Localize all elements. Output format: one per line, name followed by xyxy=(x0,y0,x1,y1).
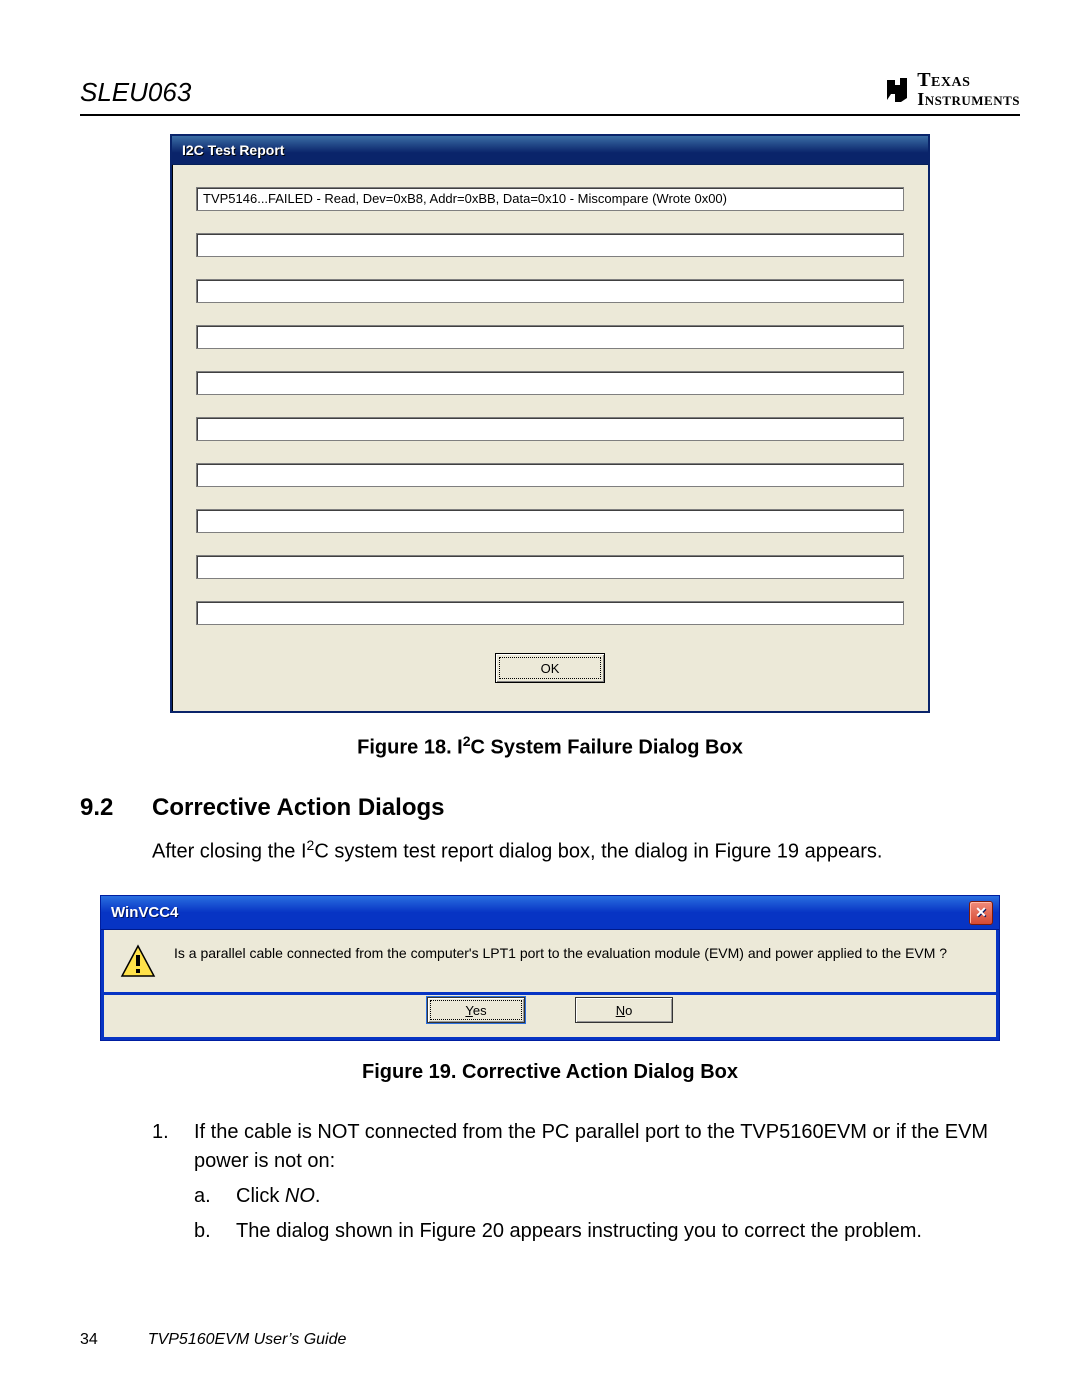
dialog2-message: Is a parallel cable connected from the c… xyxy=(174,944,980,963)
no-button[interactable]: No xyxy=(575,997,673,1023)
report-row xyxy=(196,463,904,487)
page-footer: 34 TVP5160EVM User’s Guide xyxy=(80,1331,346,1349)
ok-button[interactable]: OK xyxy=(495,653,605,683)
section-title: Corrective Action Dialogs xyxy=(152,794,445,822)
section-number: 9.2 xyxy=(80,794,128,822)
ti-chip-icon xyxy=(883,74,911,104)
list-subitem: a. Click NO. xyxy=(194,1182,1020,1211)
close-button[interactable]: ✕ xyxy=(969,901,993,925)
winvcc4-dialog: WinVCC4 ✕ Is a parallel cable connected … xyxy=(100,895,1000,1041)
section-heading: 9.2 Corrective Action Dialogs xyxy=(80,794,1020,822)
report-row xyxy=(196,601,904,625)
figure-18-caption: Figure 18. I2C System Failure Dialog Box xyxy=(80,733,1020,760)
close-icon: ✕ xyxy=(975,904,987,921)
figure-19-caption: Figure 19. Corrective Action Dialog Box xyxy=(80,1061,1020,1084)
i2c-test-report-dialog: I2C Test Report TVP5146...FAILED - Read,… xyxy=(170,134,930,713)
doc-id: SLEU063 xyxy=(80,77,191,108)
report-row xyxy=(196,371,904,395)
report-row xyxy=(196,417,904,441)
warning-icon xyxy=(120,944,156,978)
page-number: 34 xyxy=(80,1331,98,1349)
logo-text-bottom: Instruments xyxy=(917,90,1020,108)
report-row xyxy=(196,509,904,533)
report-row xyxy=(196,325,904,349)
report-row: TVP5146...FAILED - Read, Dev=0xB8, Addr=… xyxy=(196,187,904,211)
list-subitem: b. The dialog shown in Figure 20 appears… xyxy=(194,1217,1020,1246)
page-header: SLEU063 Texas Instruments xyxy=(80,70,1020,116)
paragraph: After closing the I2C system test report… xyxy=(152,836,1020,866)
report-row xyxy=(196,233,904,257)
yes-button[interactable]: Yes xyxy=(427,997,525,1023)
report-row xyxy=(196,555,904,579)
logo-text-top: Texas xyxy=(917,70,970,90)
guide-title: TVP5160EVM User’s Guide xyxy=(148,1331,347,1349)
dialog2-title: WinVCC4 xyxy=(111,904,178,921)
ordered-list: 1. If the cable is NOT connected from th… xyxy=(152,1118,1020,1246)
list-item: 1. If the cable is NOT connected from th… xyxy=(152,1118,1020,1176)
ti-logo: Texas Instruments xyxy=(883,70,1020,108)
report-row xyxy=(196,279,904,303)
dialog-title: I2C Test Report xyxy=(172,136,928,165)
